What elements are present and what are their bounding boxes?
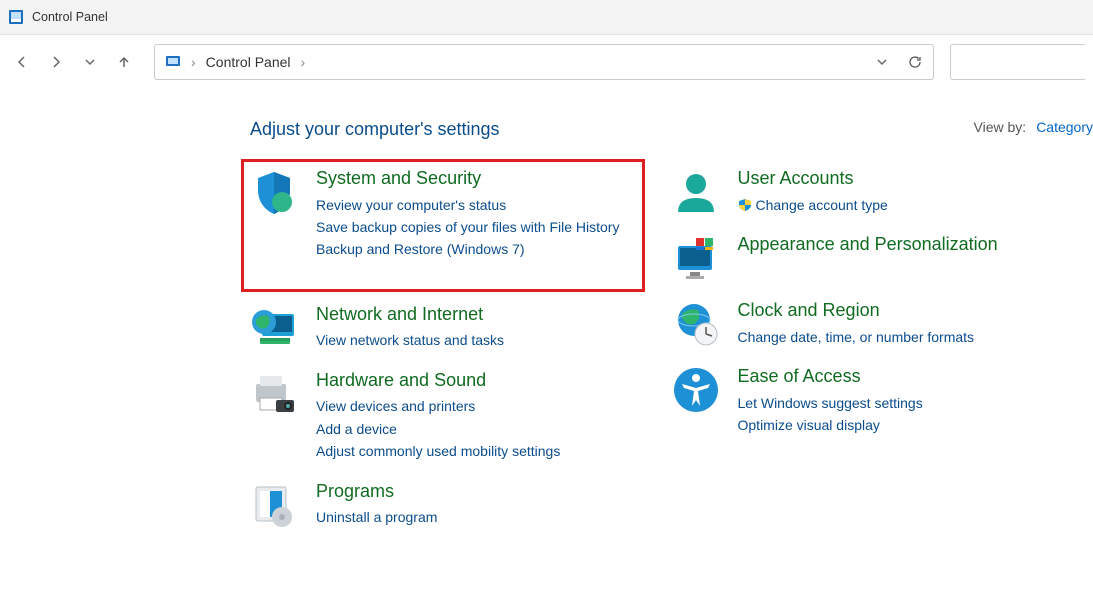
link-backup-restore[interactable]: Backup and Restore (Windows 7) <box>316 238 632 260</box>
title-bar: Control Panel <box>0 0 1093 35</box>
link-mobility-settings[interactable]: Adjust commonly used mobility settings <box>316 440 632 462</box>
link-network-status[interactable]: View network status and tasks <box>316 329 632 351</box>
category-title[interactable]: Clock and Region <box>738 300 1054 322</box>
printer-camera-icon <box>250 370 298 418</box>
chevron-down-icon[interactable] <box>875 55 889 69</box>
link-date-time-formats[interactable]: Change date, time, or number formats <box>738 326 1054 348</box>
page-heading: Adjust your computer's settings <box>250 119 1053 140</box>
globe-clock-icon <box>672 300 720 348</box>
category-clock: Clock and Region Change date, time, or n… <box>672 300 1054 348</box>
category-title[interactable]: Hardware and Sound <box>316 370 632 392</box>
monitor-colors-icon <box>672 234 720 282</box>
right-column: User Accounts Change account type <box>672 168 1054 547</box>
recent-locations-button[interactable] <box>76 48 104 76</box>
category-title[interactable]: Network and Internet <box>316 304 632 326</box>
chevron-right-icon: › <box>191 54 196 70</box>
chevron-right-icon: › <box>301 54 306 70</box>
category-hardware: Hardware and Sound View devices and prin… <box>250 370 632 463</box>
link-add-device[interactable]: Add a device <box>316 418 632 440</box>
search-box[interactable] <box>950 44 1085 80</box>
programs-icon <box>250 481 298 529</box>
accessibility-icon <box>672 366 720 414</box>
content-area: Adjust your computer's settings View by:… <box>0 89 1093 547</box>
link-change-account-type[interactable]: Change account type <box>738 194 1054 216</box>
link-review-status[interactable]: Review your computer's status <box>316 194 632 216</box>
address-bar[interactable]: › Control Panel › <box>154 44 934 80</box>
user-icon <box>672 168 720 216</box>
category-programs: Programs Uninstall a program <box>250 481 632 529</box>
window-title: Control Panel <box>32 10 108 24</box>
link-optimize-display[interactable]: Optimize visual display <box>738 414 1054 436</box>
link-devices-printers[interactable]: View devices and printers <box>316 395 632 417</box>
refresh-button[interactable] <box>907 54 923 70</box>
category-appearance: Appearance and Personalization <box>672 234 1054 282</box>
view-by: View by: Category <box>974 119 1093 135</box>
category-title[interactable]: Programs <box>316 481 632 503</box>
back-button[interactable] <box>8 48 36 76</box>
forward-button[interactable] <box>42 48 70 76</box>
control-panel-icon <box>8 9 24 25</box>
left-column: System and Security Review your computer… <box>250 168 632 547</box>
toolbar: › Control Panel › <box>0 35 1093 89</box>
view-by-value[interactable]: Category <box>1036 119 1093 135</box>
category-title[interactable]: Appearance and Personalization <box>738 234 1054 256</box>
category-title[interactable]: System and Security <box>316 168 632 190</box>
category-user-accounts: User Accounts Change account type <box>672 168 1054 216</box>
uac-shield-icon <box>738 198 752 212</box>
category-title[interactable]: Ease of Access <box>738 366 1054 388</box>
up-button[interactable] <box>110 48 138 76</box>
link-uninstall-program[interactable]: Uninstall a program <box>316 506 632 528</box>
shield-icon <box>250 168 298 216</box>
category-title[interactable]: User Accounts <box>738 168 1054 190</box>
link-file-history[interactable]: Save backup copies of your files with Fi… <box>316 216 632 238</box>
link-windows-suggest[interactable]: Let Windows suggest settings <box>738 392 1054 414</box>
category-system-security: System and Security Review your computer… <box>250 168 632 261</box>
highlight-box: System and Security Review your computer… <box>241 159 645 292</box>
globe-monitor-icon <box>250 304 298 352</box>
category-ease-of-access: Ease of Access Let Windows suggest setti… <box>672 366 1054 436</box>
address-icon <box>165 54 181 70</box>
view-by-label: View by: <box>974 119 1027 135</box>
breadcrumb-root[interactable]: Control Panel <box>206 54 291 70</box>
category-network: Network and Internet View network status… <box>250 304 632 352</box>
